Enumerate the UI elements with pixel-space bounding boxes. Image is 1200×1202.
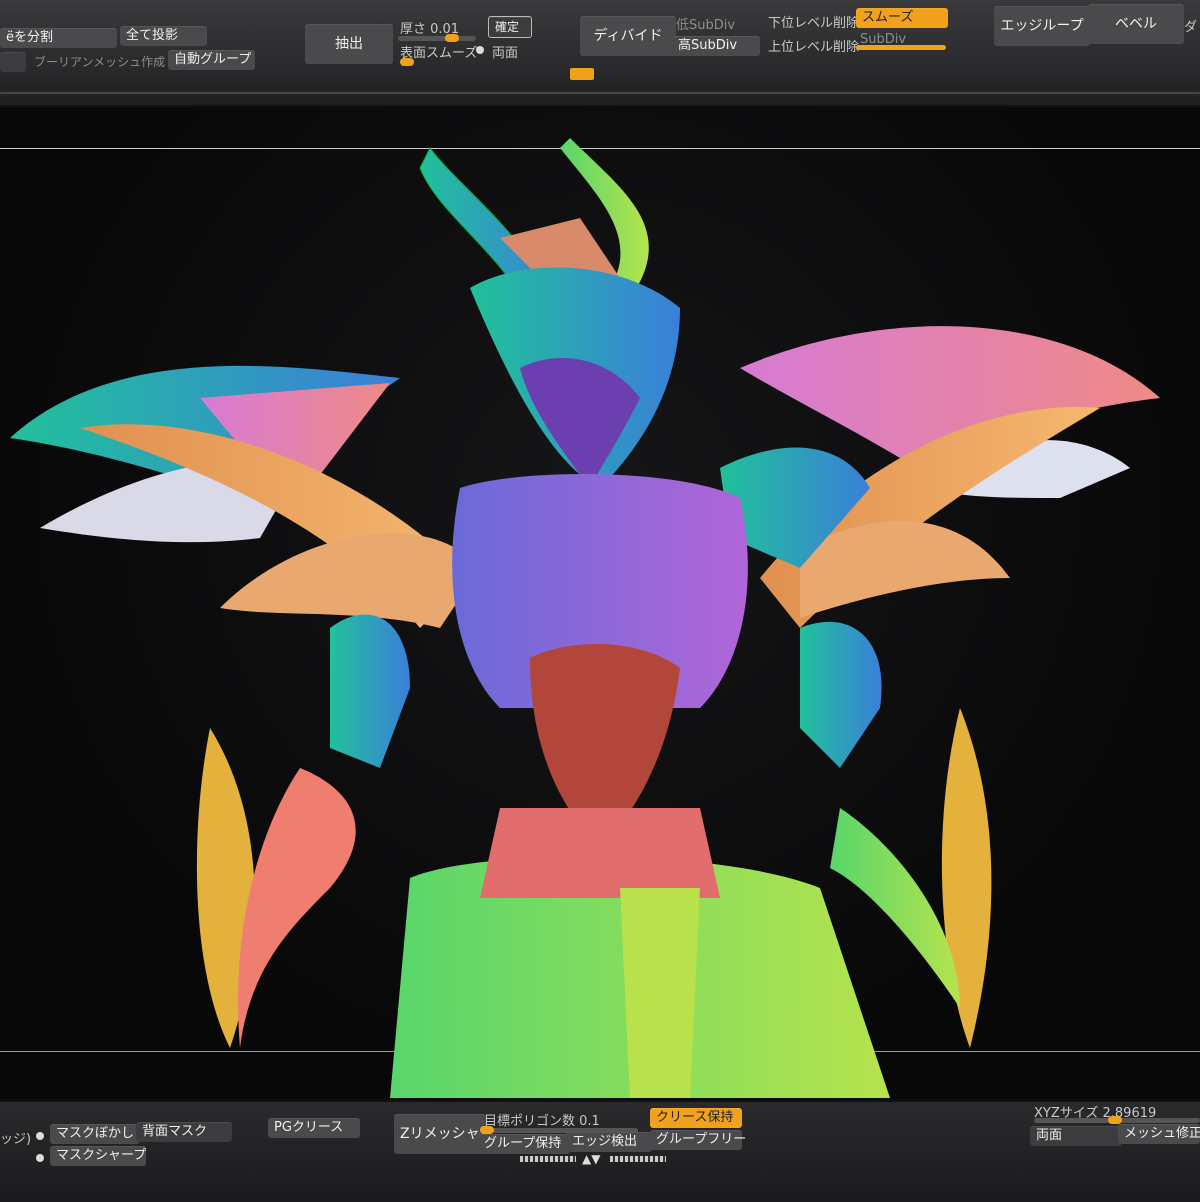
right-claw-yellow (941, 708, 992, 1048)
surface-smooth-dot-icon (476, 46, 484, 54)
target-polygons-label[interactable]: 目標ポリゴン数 0.1 (484, 1110, 600, 1129)
project-all-button[interactable]: 全て投影 (120, 26, 207, 46)
subdiv-slider[interactable] (856, 45, 946, 50)
extract-button[interactable]: 抽出 (305, 24, 393, 64)
divide-button[interactable]: ディバイド (580, 16, 676, 56)
delete-higher-label[interactable]: 上位レベル削除 (768, 36, 859, 55)
bottom-toolbar: ッジ) マスクぼかし 背面マスク マスクシャープ PGクリース Zリメッシャー … (0, 1100, 1200, 1202)
edge-loop-button[interactable]: エッジループ (994, 6, 1090, 46)
top-scroll-track[interactable] (0, 92, 1200, 94)
keep-creases-button[interactable]: クリース保持 (650, 1108, 742, 1128)
double-sided-button[interactable]: 両面 (1030, 1126, 1122, 1146)
xyz-size-knob[interactable] (1108, 1116, 1122, 1124)
stepper-right-icon[interactable] (610, 1156, 666, 1162)
bevel-button[interactable]: ベベル (1088, 4, 1184, 44)
right-arm (800, 621, 882, 768)
detect-edges-button[interactable]: エッジ検出 (566, 1132, 652, 1152)
belt (480, 808, 720, 898)
target-polygons-knob[interactable] (480, 1126, 494, 1134)
boolean-mesh-label: ブーリアンメッシュ作成 (34, 55, 166, 69)
zremesher-button[interactable]: Zリメッシャー (394, 1114, 494, 1154)
high-subdiv-button[interactable]: 高SubDiv (672, 36, 760, 56)
mask-sharpen-dot-icon (36, 1154, 44, 1162)
mask-blur-button[interactable]: マスクぼかし (50, 1124, 140, 1144)
auto-group-button[interactable]: 自動グループ (168, 50, 255, 70)
left-arm (330, 614, 410, 768)
delete-lower-label[interactable]: 下位レベル削除 (768, 12, 859, 31)
mask-sharpen-button[interactable]: マスクシャープ (50, 1146, 146, 1166)
thickness-slider-knob[interactable] (445, 34, 459, 42)
smooth-button[interactable]: スムーズ (856, 8, 948, 28)
left-wing-lower (220, 533, 480, 628)
pg-crease-button[interactable]: PGクリース (268, 1118, 360, 1138)
viewport[interactable] (0, 108, 1200, 1098)
left-claw-pink (238, 768, 356, 1048)
top-toolbar: ёを分割 全て投影 ブーリアンメッシュ作成 自動グループ 抽出 厚さ 0.01 … (0, 0, 1200, 107)
model-figure (10, 138, 1160, 1098)
mesh-fix-button[interactable]: メッシュ修正 (1118, 1124, 1200, 1144)
edge-dot-icon (36, 1132, 44, 1140)
right-wing-lower (800, 520, 1010, 618)
edge-partial-label[interactable]: ッジ) (0, 1128, 31, 1147)
double-sided-label[interactable]: 両面 (492, 42, 518, 61)
thickness-slider[interactable] (398, 36, 476, 41)
low-subdiv-label[interactable]: 低SubDiv (676, 14, 735, 33)
scroll-marker[interactable] (570, 68, 594, 80)
stepper-arrows-icon[interactable]: ▲▼ (582, 1152, 600, 1166)
surface-smooth-knob[interactable] (400, 58, 414, 66)
partial-button[interactable] (0, 52, 26, 72)
cut-off-label[interactable]: ダ (1184, 16, 1197, 35)
free-groups-button[interactable]: グループフリー (650, 1130, 746, 1150)
back-mask-button[interactable]: 背面マスク (136, 1122, 232, 1142)
split-button[interactable]: ёを分割 (0, 28, 117, 48)
stepper-left-icon[interactable] (520, 1156, 576, 1162)
accept-button[interactable]: 確定 (488, 16, 532, 38)
center-plate (620, 888, 700, 1098)
keep-groups-button[interactable]: グループ保持 (478, 1134, 570, 1154)
